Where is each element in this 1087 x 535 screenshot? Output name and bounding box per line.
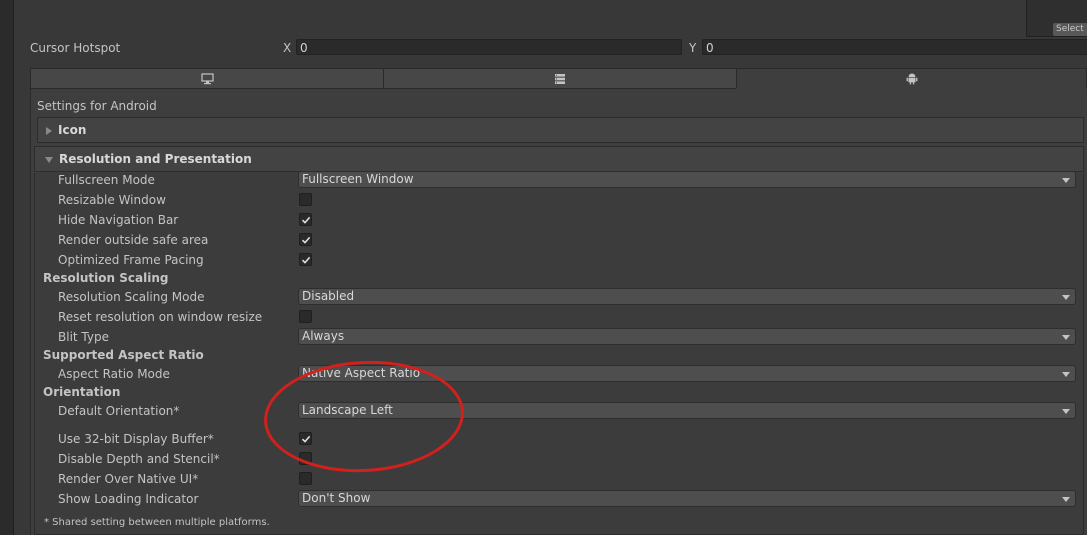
blit-type-label: Blit Type xyxy=(58,330,109,344)
reset-resolution-label: Reset resolution on window resize xyxy=(58,310,263,324)
show-loading-indicator-value: Don't Show xyxy=(302,491,371,505)
chevron-down-icon xyxy=(45,156,53,163)
supported-aspect-ratio-heading: Supported Aspect Ratio xyxy=(43,348,204,362)
monitor-icon xyxy=(200,72,214,84)
resolution-section-label: Resolution and Presentation xyxy=(59,152,252,166)
platform-tabs xyxy=(30,68,1087,89)
aspect-ratio-mode-dropdown[interactable]: Native Aspect Ratio xyxy=(298,365,1076,382)
checkmark-icon xyxy=(301,256,311,264)
show-loading-indicator-label: Show Loading Indicator xyxy=(58,492,199,506)
tab-android[interactable] xyxy=(736,68,1087,89)
checkmark-icon xyxy=(301,435,311,443)
hotspot-x-field[interactable]: 0 xyxy=(296,39,682,55)
disable-depth-stencil-label: Disable Depth and Stencil* xyxy=(58,452,220,466)
hide-navigation-bar-label: Hide Navigation Bar xyxy=(58,213,179,227)
use-32bit-buffer-label: Use 32-bit Display Buffer* xyxy=(58,432,214,446)
server-icon xyxy=(555,73,565,84)
fullscreen-mode-dropdown[interactable]: Fullscreen Window xyxy=(298,171,1076,188)
optimized-frame-pacing-checkbox[interactable] xyxy=(299,253,312,266)
cursor-hotspot-label: Cursor Hotspot xyxy=(30,41,121,55)
left-sidebar-strip xyxy=(0,0,14,535)
top-strip xyxy=(0,0,1087,36)
select-button[interactable]: Select xyxy=(1053,23,1087,36)
hotspot-x-label: X xyxy=(283,41,292,55)
use-32bit-buffer-checkbox[interactable] xyxy=(299,432,312,445)
render-outside-safe-area-label: Render outside safe area xyxy=(58,233,209,247)
default-orientation-dropdown[interactable]: Landscape Left xyxy=(298,402,1076,419)
resolution-scaling-mode-label: Resolution Scaling Mode xyxy=(58,290,205,304)
aspect-ratio-mode-label: Aspect Ratio Mode xyxy=(58,367,170,381)
orientation-heading: Orientation xyxy=(43,385,121,399)
android-icon xyxy=(906,73,917,85)
checkmark-icon xyxy=(301,216,311,224)
resolution-scaling-mode-value: Disabled xyxy=(302,289,355,303)
resizable-window-label: Resizable Window xyxy=(58,193,166,207)
dropdown-arrow-icon xyxy=(1062,335,1070,340)
disable-depth-stencil-checkbox[interactable] xyxy=(299,452,312,465)
blit-type-dropdown[interactable]: Always xyxy=(298,328,1076,345)
icon-section-label: Icon xyxy=(58,123,87,137)
blit-type-value: Always xyxy=(302,329,345,343)
reset-resolution-checkbox[interactable] xyxy=(299,310,312,323)
resolution-section-header[interactable]: Resolution and Presentation xyxy=(34,146,1084,172)
render-outside-safe-area-checkbox[interactable] xyxy=(299,233,312,246)
hide-navigation-bar-checkbox[interactable] xyxy=(299,213,312,226)
dropdown-arrow-icon xyxy=(1062,409,1070,414)
icon-section-header[interactable]: Icon xyxy=(37,117,1084,143)
hotspot-y-label: Y xyxy=(689,41,697,55)
optimized-frame-pacing-label: Optimized Frame Pacing xyxy=(58,253,204,267)
resizable-window-checkbox[interactable] xyxy=(299,193,312,206)
fullscreen-mode-value: Fullscreen Window xyxy=(302,172,414,186)
tab-dedicated-server[interactable] xyxy=(383,68,737,89)
aspect-ratio-mode-value: Native Aspect Ratio xyxy=(302,366,421,380)
render-over-native-ui-label: Render Over Native UI* xyxy=(58,472,199,486)
dropdown-arrow-icon xyxy=(1062,497,1070,502)
shared-setting-footnote: * Shared setting between multiple platfo… xyxy=(44,517,270,528)
dropdown-arrow-icon xyxy=(1062,178,1070,183)
resolution-scaling-mode-dropdown[interactable]: Disabled xyxy=(298,288,1076,305)
default-orientation-label: Default Orientation* xyxy=(58,404,180,418)
tab-standalone[interactable] xyxy=(30,68,384,89)
dropdown-arrow-icon xyxy=(1062,372,1070,377)
chevron-right-icon xyxy=(46,126,52,135)
dropdown-arrow-icon xyxy=(1062,295,1070,300)
checkmark-icon xyxy=(301,236,311,244)
render-over-native-ui-checkbox[interactable] xyxy=(299,472,312,485)
default-orientation-value: Landscape Left xyxy=(302,403,393,417)
hotspot-y-field[interactable]: 0 xyxy=(702,39,1087,55)
show-loading-indicator-dropdown[interactable]: Don't Show xyxy=(298,490,1076,507)
settings-title: Settings for Android xyxy=(37,99,157,113)
resolution-scaling-heading: Resolution Scaling xyxy=(43,271,169,285)
fullscreen-mode-label: Fullscreen Mode xyxy=(58,173,155,187)
